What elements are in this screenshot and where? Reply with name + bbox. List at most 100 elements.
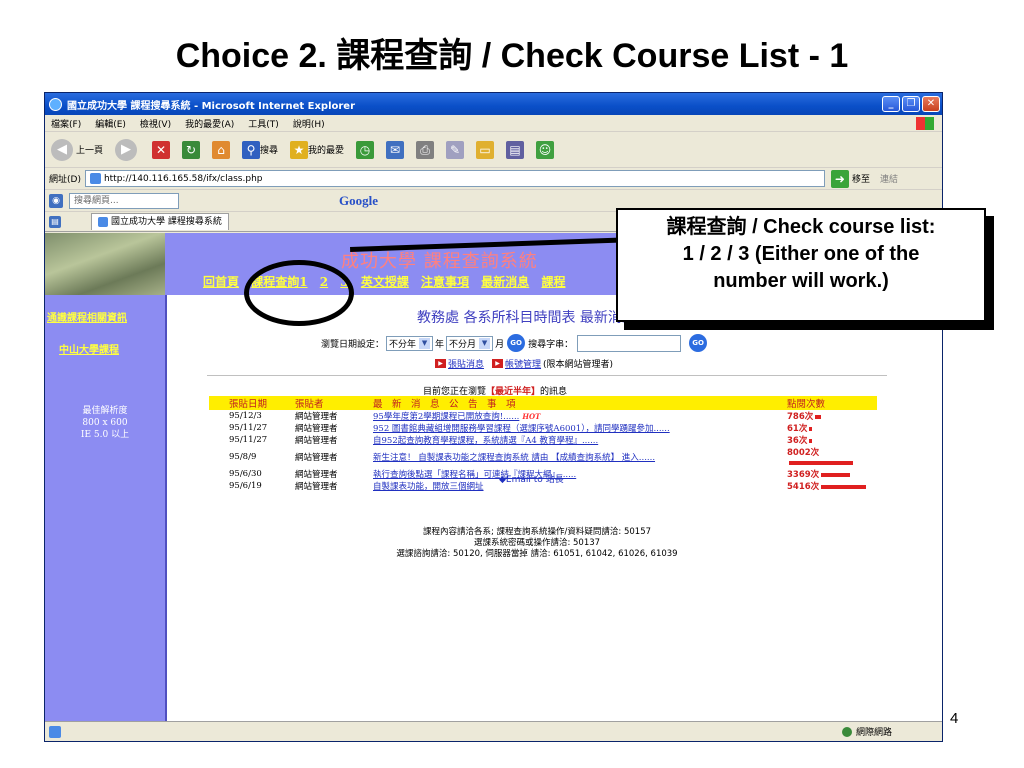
slide-title: Choice 2. 課程查詢 / Check Course List - 1 [175,37,849,75]
edit-icon: ✎ [446,140,465,159]
web-search-input[interactable]: 搜尋網頁... [69,192,179,209]
address-input[interactable]: http://140.116.165.58/ifx/class.php [84,170,825,187]
favorites-label: 我的最愛 [308,146,345,156]
menu-edit[interactable]: 編輯(E) [95,117,126,130]
row-poster: 網站管理者 [295,424,338,434]
row-hits: 36次 [787,436,808,446]
section-title: 教務處 各系所科目時間表 最新消息 [417,310,636,326]
minimize-button[interactable]: _ [882,96,900,112]
row-date: 95/12/3 [229,411,262,421]
messenger-button[interactable]: ☺ [536,140,555,159]
status-bar: 網際網路 [45,721,942,741]
row-hits-cell: 3369次 [787,468,877,480]
row-hits: 786次 [787,412,814,422]
favorites-button[interactable]: ★ 我的最愛 [290,140,345,159]
row-date: 95/6/30 [229,469,262,479]
hits-bar [809,426,813,431]
email-admin-link[interactable]: ◆Email to 站長 [499,472,564,485]
google-logo: Google [339,192,378,208]
home-icon: ⌂ [212,140,231,159]
news-title-link[interactable]: 95學年度第2學期課程已開放查詢!...... [373,412,519,422]
account-admin-link[interactable]: 帳號管理 [505,357,541,370]
arrow-icon: ▶ [492,359,504,368]
news-title-link[interactable]: 新生注意！ 自製課表功能之課程查詢系統 請由 【成績查詢系統】 進入...... [373,453,655,463]
nav-news[interactable]: 最新消息 [481,275,529,289]
keyword-go-button[interactable]: GO [689,334,708,352]
folder-button[interactable]: ▭ [476,140,495,159]
tab-label: 國立成功大學 課程搜尋系統 [111,217,222,227]
row-hits: 5416次 [787,482,820,492]
month-select[interactable]: 不分月 ▼ [446,335,494,351]
menu-favorites[interactable]: 我的最愛(A) [185,117,234,130]
close-button[interactable]: ✕ [922,96,940,112]
month-value: 不分月 [449,339,477,350]
nav-english-courses[interactable]: 英文授課 [361,275,409,289]
nav-notes[interactable]: 注意事項 [421,275,469,289]
refresh-button[interactable]: ↻ [182,140,201,159]
home-button[interactable]: ⌂ [212,140,231,159]
row-date: 95/6/19 [229,481,262,491]
search-button[interactable]: ⚲ 搜尋 [242,140,278,159]
browse-label: 瀏覽日期設定： [321,339,385,350]
sidebar-link-general-ed[interactable]: 通識課程相關資訊 [47,309,127,324]
menu-help[interactable]: 說明(H) [293,117,325,130]
tab-list-icon[interactable]: ▤ [49,215,61,228]
address-url: http://140.116.165.58/ifx/class.php [103,173,263,184]
news-title-link[interactable]: 自製課表功能，開放三個網址 [373,482,484,492]
keyword-input[interactable] [577,334,682,352]
row-title-cell: 自製課表功能，開放三個網址 [373,480,787,492]
globe-icon [841,726,852,737]
hits-bar [821,472,851,477]
tab-course-search[interactable]: 國立成功大學 課程搜尋系統 [91,213,229,230]
row-hits-cell: 786次 [787,410,877,422]
header-date: 張貼日期 [209,396,287,410]
month-unit: 月 [495,339,505,350]
highlight-ellipse [244,260,354,326]
links-button[interactable]: 連結 [880,172,898,185]
campus-photo [45,233,165,295]
sidebar-link-nsysu[interactable]: 中山大學課程 [59,341,119,356]
folder-icon: ▭ [476,140,495,159]
nav-courses[interactable]: 課程 [541,275,565,289]
edit-button[interactable]: ✎ [446,140,465,159]
nav-home[interactable]: 回首頁 [203,275,239,289]
toolbar: ◀ 上一頁 ▶ ✕ ↻ ⌂ ⚲ 搜尋 ★ 我的最愛 ◷ ✉ ⎙ ✎ ▭ ▤ ☺ [45,132,942,168]
hits-bar [815,414,822,419]
ie-icon [49,97,62,111]
year-select[interactable]: 不分年 ▼ [386,335,434,351]
stop-button[interactable]: ✕ [152,140,171,159]
maximize-button[interactable]: ❐ [902,96,920,112]
search-icon: ⚲ [242,140,261,159]
row-poster: 網站管理者 [295,470,338,480]
row-title-cell: 952 圖書館典藏組增開服務學習課程（選課序號A6001），請同學踴躍參加...… [373,422,787,434]
mail-button[interactable]: ✉ [386,140,405,159]
sidebar-info: 最佳解析度 800 x 600 IE 5.0 以上 [45,405,165,441]
back-button[interactable]: ◀ 上一頁 [51,138,103,161]
page-icon [98,217,108,227]
news-title-link[interactable]: 自952起查詢教育學程課程，系統請選『A4 教育學程』...... [373,436,598,446]
mail-icon: ✉ [386,140,405,159]
resolution-title: 最佳解析度 [82,406,128,416]
history-button[interactable]: ◷ [356,140,375,159]
date-go-button[interactable]: GO [507,334,526,352]
messenger-icon: ☺ [536,140,555,159]
menu-file[interactable]: 檔案(F) [51,117,81,130]
callout-line-2: 1 / 2 / 3 (Either one of the [682,243,920,265]
print-button[interactable]: ⎙ [416,140,435,159]
research-button[interactable]: ▤ [506,140,525,159]
menu-view[interactable]: 檢視(V) [140,117,171,130]
menu-tools[interactable]: 工具(T) [248,117,279,130]
toolbar-logo-icon: ◉ [49,193,63,208]
row-date: 95/11/27 [229,423,268,433]
forward-button[interactable]: ▶ [115,138,140,161]
back-arrow-icon: ◀ [51,138,73,161]
news-title-link[interactable]: 952 圖書館典藏組增開服務學習課程（選課序號A6001），請同學踴躍參加...… [373,424,670,434]
post-news-link[interactable]: 張貼消息 [448,357,484,370]
go-button[interactable]: ➜ 移至 [830,169,870,188]
row-hits: 3369次 [787,470,820,480]
contact-line: 選課諮詢請洽: 50120, 伺服器當掉 請洽: 61051, 61042, 6… [396,549,678,559]
row-poster: 網站管理者 [295,482,338,492]
row-title-cell: 執行查詢後點選「課程名稱」可連結『課程大綱』...... [373,468,787,480]
row-poster: 網站管理者 [295,453,338,463]
row-hits: 61次 [787,424,808,434]
